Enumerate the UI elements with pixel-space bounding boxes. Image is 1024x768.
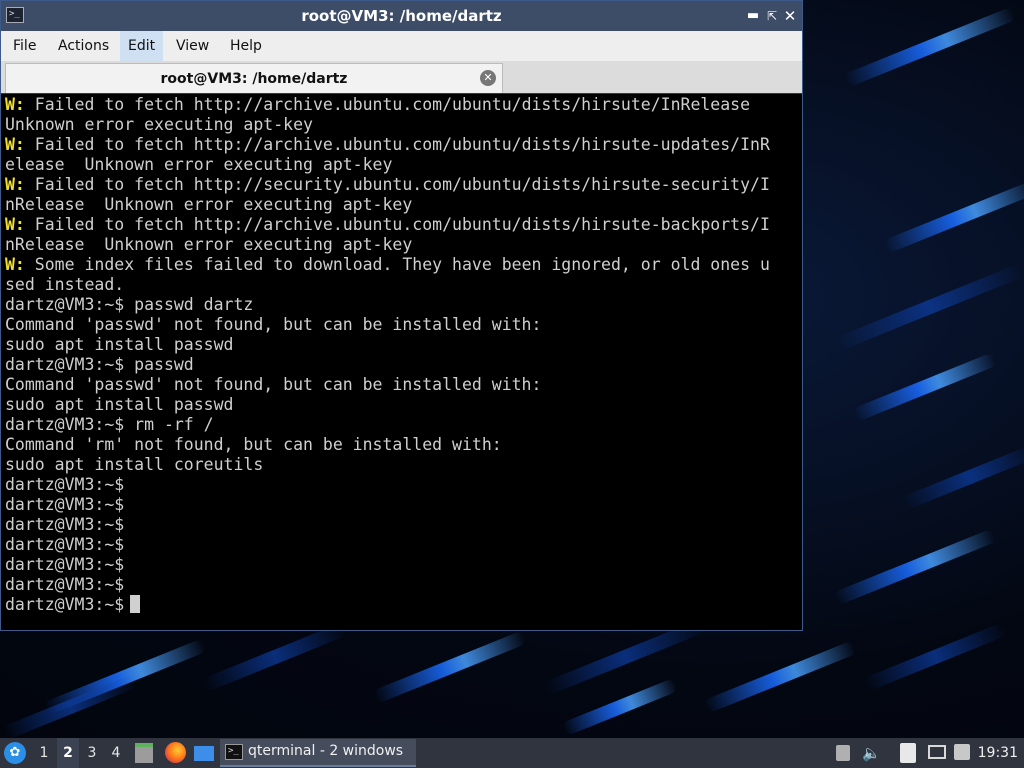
terminal-line-text: Command 'passwd' not found, but can be i… [5, 315, 542, 334]
terminal-line: W: Failed to fetch http://archive.ubuntu… [5, 135, 802, 155]
text-cursor [130, 595, 141, 613]
terminal-line-text: sudo apt install passwd [5, 395, 234, 414]
terminal-line: dartz@VM3:~$ [5, 475, 802, 495]
tab-bar: root@VM3: /home/dartz ✕ [1, 61, 802, 93]
terminal-line-text: dartz@VM3:~$ [5, 575, 125, 594]
terminal-line: dartz@VM3:~$ [5, 515, 802, 535]
terminal-line: dartz@VM3:~$ passwd dartz [5, 295, 802, 315]
warning-prefix: W: [5, 135, 25, 154]
firefox-icon[interactable] [165, 742, 186, 763]
workspace-2[interactable]: 2 [57, 738, 79, 768]
menu-edit[interactable]: Edit [120, 31, 164, 61]
terminal-output[interactable]: W: Failed to fetch http://archive.ubuntu… [1, 94, 802, 630]
terminal-line-text: sed instead. [5, 275, 125, 294]
volume-icon[interactable]: 🔈 [862, 738, 881, 768]
terminal-line: dartz@VM3:~$ [5, 555, 802, 575]
terminal-line: sudo apt install passwd [5, 395, 802, 415]
menu-bar: File Actions Edit View Help [1, 31, 802, 61]
file-manager-icon[interactable] [135, 743, 153, 763]
window-title: root@VM3: /home/dartz [301, 7, 502, 25]
task-label: qterminal - 2 windows [248, 743, 404, 759]
taskbar: ✿ 1 2 3 4 >_ qterminal - 2 windows 🔈 19:… [0, 738, 1024, 768]
close-icon[interactable]: ✕ [781, 7, 799, 25]
terminal-line: dartz@VM3:~$ [5, 575, 802, 595]
menu-file[interactable]: File [5, 31, 44, 61]
terminal-line-text: Command 'rm' not found, but can be insta… [5, 435, 502, 454]
terminal-line-text: nRelease Unknown error executing apt-key [5, 195, 413, 214]
terminal-line: dartz@VM3:~$ [5, 535, 802, 555]
clock[interactable]: 19:31 [978, 738, 1018, 768]
terminal-line-text: nRelease Unknown error executing apt-key [5, 235, 413, 254]
terminal-line: elease Unknown error executing apt-key [5, 155, 802, 175]
terminal-line-text: dartz@VM3:~$ passwd dartz [5, 295, 254, 314]
warning-prefix: W: [5, 215, 25, 234]
terminal-window[interactable]: >_ root@VM3: /home/dartz ▬ ⇱ ✕ File Acti… [0, 0, 803, 631]
workspace-3[interactable]: 3 [81, 738, 103, 768]
menu-actions[interactable]: Actions [50, 31, 117, 61]
terminal-line-text: Command 'passwd' not found, but can be i… [5, 375, 542, 394]
terminal-line: sed instead. [5, 275, 802, 295]
window-titlebar[interactable]: >_ root@VM3: /home/dartz ▬ ⇱ ✕ [1, 1, 802, 31]
terminal-line: dartz@VM3:~$ [5, 495, 802, 515]
warning-prefix: W: [5, 175, 25, 194]
terminal-line: nRelease Unknown error executing apt-key [5, 195, 802, 215]
update-icon[interactable] [954, 744, 970, 760]
terminal-line: Command 'passwd' not found, but can be i… [5, 315, 802, 335]
terminal-icon: >_ [225, 744, 243, 760]
terminal-line: W: Failed to fetch http://archive.ubuntu… [5, 95, 802, 115]
minimize-icon[interactable]: ▬ [744, 7, 762, 25]
terminal-prompt-line[interactable]: dartz@VM3:~$ [5, 595, 802, 615]
workspace-1[interactable]: 1 [33, 738, 55, 768]
show-desktop-icon[interactable] [194, 746, 214, 761]
terminal-line: Command 'passwd' not found, but can be i… [5, 375, 802, 395]
terminal-line: W: Failed to fetch http://archive.ubuntu… [5, 215, 802, 235]
start-menu-icon[interactable]: ✿ [4, 742, 26, 764]
terminal-line-text: Failed to fetch http://security.ubuntu.c… [24, 175, 770, 194]
terminal-line-text: Failed to fetch http://archive.ubuntu.co… [24, 95, 751, 114]
terminal-line-text: sudo apt install coreutils [5, 455, 264, 474]
warning-prefix: W: [5, 255, 25, 274]
task-qterminal[interactable]: >_ qterminal - 2 windows [220, 739, 416, 767]
workspace-4[interactable]: 4 [105, 738, 127, 768]
terminal-line-text: dartz@VM3:~$ [5, 535, 125, 554]
terminal-line-text: dartz@VM3:~$ rm -rf / [5, 415, 214, 434]
menu-help[interactable]: Help [222, 31, 270, 61]
terminal-line-text: dartz@VM3:~$ [5, 495, 125, 514]
terminal-line-text: Unknown error executing apt-key [5, 115, 313, 134]
tab-terminal[interactable]: root@VM3: /home/dartz ✕ [5, 63, 503, 93]
terminal-line: dartz@VM3:~$ rm -rf / [5, 415, 802, 435]
terminal-line: sudo apt install passwd [5, 335, 802, 355]
network-icon[interactable] [928, 745, 946, 759]
terminal-line-text: Failed to fetch http://archive.ubuntu.co… [24, 135, 770, 154]
terminal-prompt: dartz@VM3:~$ [5, 595, 125, 614]
tab-label: root@VM3: /home/dartz [160, 71, 348, 87]
terminal-line-text: dartz@VM3:~$ [5, 515, 125, 534]
terminal-line: Unknown error executing apt-key [5, 115, 802, 135]
terminal-line: W: Some index files failed to download. … [5, 255, 802, 275]
terminal-line-text: Failed to fetch http://archive.ubuntu.co… [24, 215, 770, 234]
terminal-line-text: dartz@VM3:~$ passwd [5, 355, 194, 374]
terminal-line-text: dartz@VM3:~$ [5, 555, 125, 574]
terminal-line: dartz@VM3:~$ passwd [5, 355, 802, 375]
clipboard-icon[interactable] [836, 745, 850, 761]
menu-view[interactable]: View [168, 31, 217, 61]
terminal-line: nRelease Unknown error executing apt-key [5, 235, 802, 255]
terminal-line: W: Failed to fetch http://security.ubunt… [5, 175, 802, 195]
maximize-icon[interactable]: ⇱ [763, 7, 781, 25]
warning-prefix: W: [5, 95, 25, 114]
terminal-line: Command 'rm' not found, but can be insta… [5, 435, 802, 455]
terminal-line-text: sudo apt install passwd [5, 335, 234, 354]
terminal-line-text: elease Unknown error executing apt-key [5, 155, 393, 174]
terminal-line-text: Some index files failed to download. The… [24, 255, 770, 274]
terminal-line: sudo apt install coreutils [5, 455, 802, 475]
notes-icon[interactable] [900, 743, 916, 763]
terminal-line-text: dartz@VM3:~$ [5, 475, 125, 494]
tab-close-icon[interactable]: ✕ [480, 70, 496, 86]
